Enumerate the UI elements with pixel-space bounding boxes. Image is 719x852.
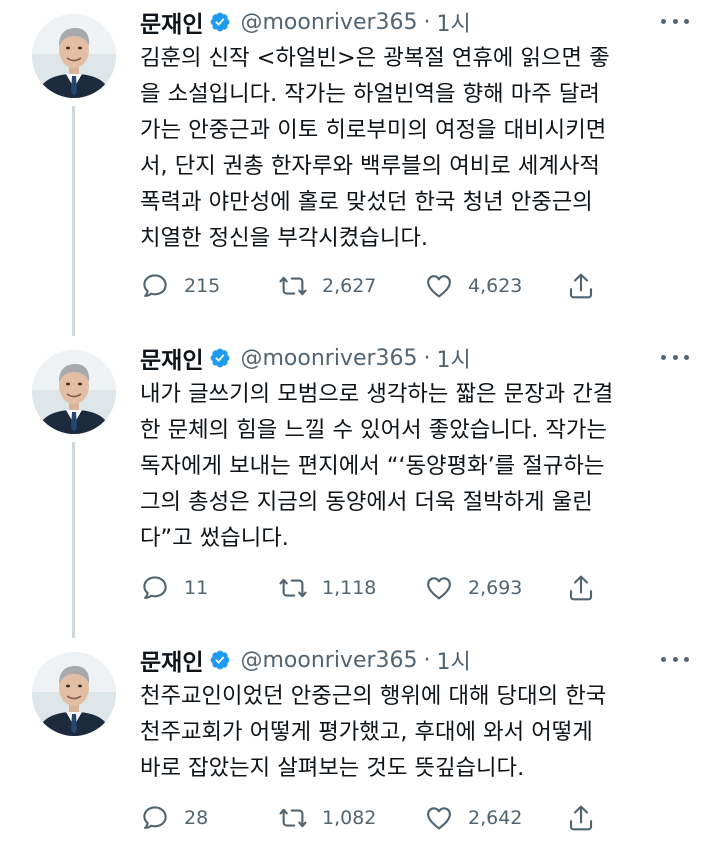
author-name[interactable]: 문재인 [140,643,203,677]
thread-connector-line [72,442,75,638]
tweet-text-line: 그의 총성은 지금의 동양에서 더욱 절박하게 울린 [140,489,593,515]
tweet-text-line: 천주교인이었던 안중근의 행위에 대해 당대의 한국 [140,683,607,709]
verified-badge-icon [209,649,231,671]
verified-badge-icon [209,11,231,33]
retweet-arrows-icon [278,803,308,833]
tweet-time[interactable]: 1시 [437,644,471,676]
avatar[interactable] [32,350,116,434]
tweet-text-line: 서, 단지 권총 한자루와 백루블의 여비로 세계사적 [140,153,600,179]
like-button[interactable]: 2,693 [424,570,522,606]
tweet-text-line: 폭력과 야만성에 홀로 맞섰던 한국 청년 안중근의 [140,189,593,215]
share-button[interactable] [566,570,596,606]
avatar[interactable] [32,652,116,736]
heart-icon [424,803,454,833]
tweet-text: 김훈의 신작 <하얼빈>은 광복절 연휴에 읽으면 좋 을 소설입니다. 작가는… [140,40,700,256]
tweet-header: 문재인 @moonriver365 · 1시 [140,341,471,375]
tweet-text-line: 가는 안중근과 이토 히로부미의 여정을 대비시키면 [140,117,607,143]
share-button[interactable] [566,800,596,836]
like-count: 2,693 [468,577,523,599]
reply-button[interactable]: 28 [140,800,208,836]
more-dots-icon[interactable] [661,347,689,367]
more-dots-icon[interactable] [661,11,689,31]
tweet-text-line: 을 소설입니다. 작가는 하얼빈역을 향해 마주 달려 [140,81,600,107]
tweet-text: 천주교인이었던 안중근의 행위에 대해 당대의 한국 천주교회가 어떻게 평가했… [140,678,700,786]
retweet-button[interactable]: 1,082 [278,800,376,836]
tweet-text-line: 바로 잡았는지 살펴보는 것도 뜻깊습니다. [140,755,525,781]
retweet-button[interactable]: 2,627 [278,268,376,304]
tweet-text-line: 김훈의 신작 <하얼빈>은 광복절 연휴에 읽으면 좋 [140,45,610,71]
tweet-text-line: 천주교회가 어떻게 평가했고, 후대에 와서 어떻게 [140,719,593,745]
tweet-header: 문재인 @moonriver365 · 1시 [140,5,471,39]
tweet-1[interactable]: 문재인 @moonriver365 · 1시 김훈의 신작 <하얼빈>은 광복절… [0,0,719,336]
share-upload-icon [566,271,596,301]
reply-count: 28 [184,807,209,829]
tweet-text-line: 치열한 정신을 부각시켰습니다. [140,225,428,251]
retweet-count: 1,118 [322,577,377,599]
tweet-3[interactable]: 문재인 @moonriver365 · 1시 천주교인이었던 안중근의 행위에 … [0,638,719,852]
tweet-text-line: 내가 글쓰기의 모범으로 생각하는 짧은 문장과 간결 [140,381,614,407]
author-name[interactable]: 문재인 [140,341,203,375]
author-handle[interactable]: @moonriver365 [240,648,417,673]
reply-button[interactable]: 215 [140,268,220,304]
tweet-text-line: 한 문체의 힘을 느낄 수 있어서 좋았습니다. 작가는 [140,417,607,443]
heart-icon [424,271,454,301]
tweet-actions: 28 1,082 2,642 [140,800,610,836]
tweet-actions: 215 2,627 4,623 [140,268,610,304]
tweet-2[interactable]: 문재인 @moonriver365 · 1시 내가 글쓰기의 모범으로 생각하는… [0,336,719,638]
speech-bubble-icon [140,803,170,833]
tweet-text-line: 독자에게 보내는 편지에서 “‘동양평화’를 절규하는 [140,453,605,479]
speech-bubble-icon [140,573,170,603]
like-button[interactable]: 2,642 [424,800,522,836]
like-count: 2,642 [468,807,523,829]
retweet-count: 1,082 [322,807,377,829]
tweet-time[interactable]: 1시 [437,6,471,38]
like-count: 4,623 [468,275,523,297]
author-name[interactable]: 문재인 [140,5,203,39]
share-upload-icon [566,803,596,833]
author-handle[interactable]: @moonriver365 [240,346,417,371]
author-handle[interactable]: @moonriver365 [240,10,417,35]
like-button[interactable]: 4,623 [424,268,522,304]
reply-count: 11 [184,577,209,599]
speech-bubble-icon [140,271,170,301]
share-upload-icon [566,573,596,603]
tweet-actions: 11 1,118 2,693 [140,570,610,606]
reply-count: 215 [184,275,221,297]
separator-dot: · [423,647,431,673]
retweet-count: 2,627 [322,275,377,297]
tweet-time[interactable]: 1시 [437,342,471,374]
share-button[interactable] [566,268,596,304]
tweet-text: 내가 글쓰기의 모범으로 생각하는 짧은 문장과 간결 한 문체의 힘을 느낄 … [140,376,700,556]
retweet-arrows-icon [278,271,308,301]
more-dots-icon[interactable] [661,649,689,669]
thread-connector-line [72,106,75,336]
separator-dot: · [423,345,431,371]
separator-dot: · [423,9,431,35]
tweet-thread: 문재인 @moonriver365 · 1시 김훈의 신작 <하얼빈>은 광복절… [0,0,719,852]
heart-icon [424,573,454,603]
retweet-button[interactable]: 1,118 [278,570,376,606]
reply-button[interactable]: 11 [140,570,208,606]
avatar[interactable] [32,14,116,98]
tweet-header: 문재인 @moonriver365 · 1시 [140,643,471,677]
tweet-text-line: 다”고 썼습니다. [140,525,289,551]
verified-badge-icon [209,347,231,369]
retweet-arrows-icon [278,573,308,603]
